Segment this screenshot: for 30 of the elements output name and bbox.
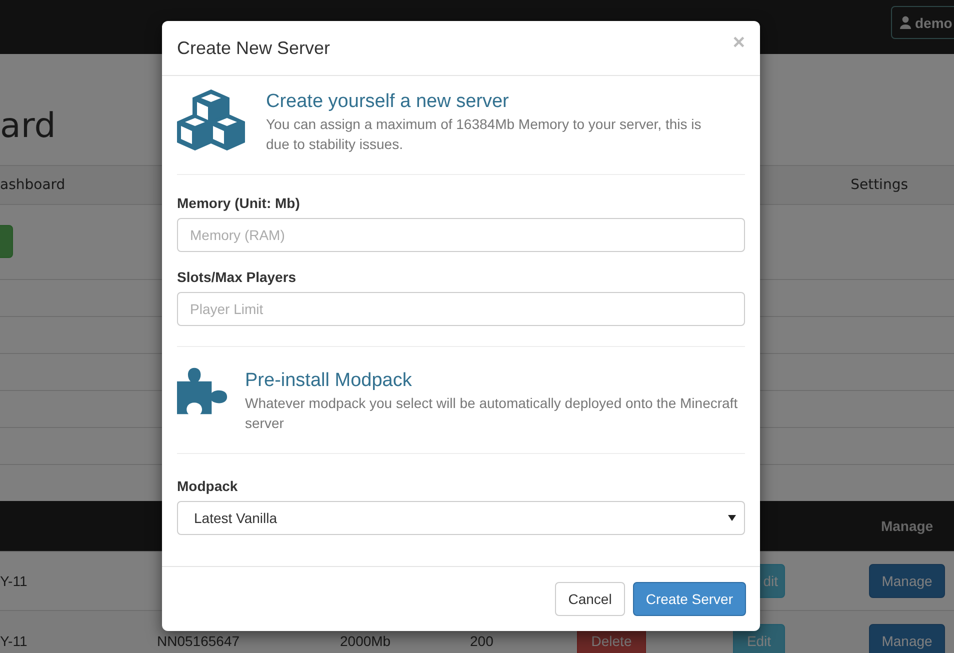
section-description: You can assign a maximum of 16384Mb Memory to your server, this is due to stability issues. [266, 115, 702, 154]
nav-link[interactable]: Settings [850, 177, 908, 193]
manage-button[interactable]: Manage [868, 564, 946, 598]
table-cell-text: Y-11 [0, 632, 28, 648]
table-cell-text: NN05165647 [157, 632, 241, 648]
user-menu-button[interactable]: demo [891, 6, 954, 39]
input-field[interactable]: Player Limit [177, 292, 745, 326]
cubes-icon [177, 88, 245, 152]
section-description: Whatever modpack you select will be automatically deployed onto the Minecraft server [245, 394, 739, 433]
cancel-button[interactable]: Cancel [555, 582, 625, 616]
user-icon [900, 16, 911, 29]
close-button[interactable]: × [732, 31, 745, 55]
create-server-button[interactable]: Create Server [632, 582, 746, 616]
nav-link[interactable]: ashboard [0, 177, 66, 193]
table-cell-text: 200 [470, 632, 494, 648]
page-heading: ard [0, 106, 56, 146]
field-label: Slots/Max Players [177, 269, 298, 285]
section-heading: Create yourself a new server [266, 90, 510, 114]
field-label: Modpack [177, 478, 239, 494]
input-field[interactable]: Memory (RAM) [177, 218, 745, 252]
field-label: Memory (Unit: Mb) [177, 195, 301, 211]
puzzle-icon [177, 367, 229, 417]
caret-icon [728, 515, 736, 521]
modal-title: Create New Server [177, 38, 330, 58]
section-heading: Pre-install Modpack [245, 369, 413, 393]
table-cell-text: Y-11 [0, 573, 28, 589]
column-header: Manage [880, 518, 934, 534]
manage-button[interactable]: Manage [868, 624, 946, 653]
table-cell-text: 2000Mb [340, 632, 392, 648]
modpack-select[interactable]: Latest Vanilla [177, 501, 745, 535]
